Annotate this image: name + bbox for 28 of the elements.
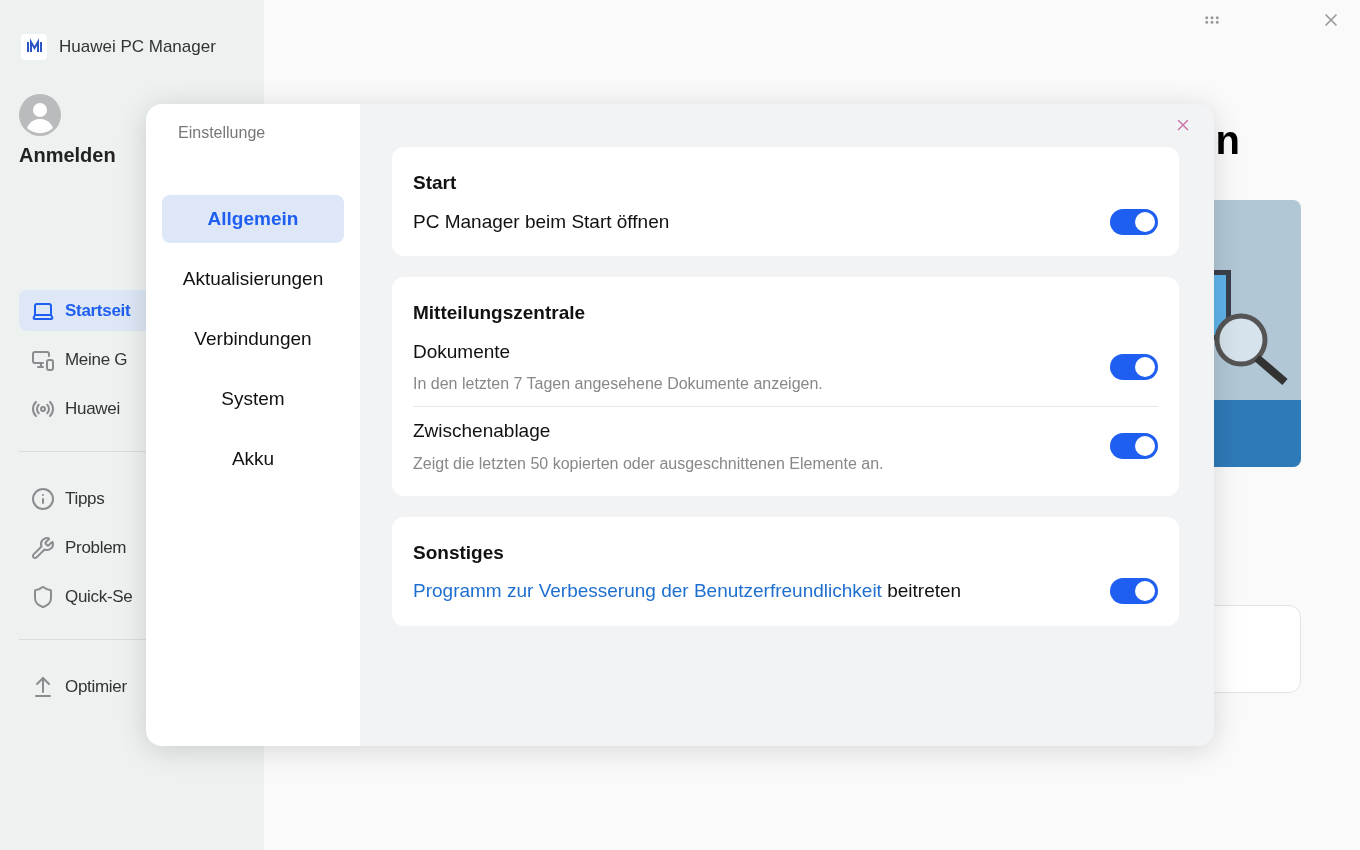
page-heading: n	[1215, 120, 1240, 160]
toggle-switch[interactable]	[1110, 353, 1158, 380]
nav-item[interactable]: Quick-Se	[19, 576, 245, 617]
logo-icon	[21, 34, 47, 60]
section-title: Sonstiges	[413, 540, 505, 565]
nav-item[interactable]: Problem	[19, 527, 245, 568]
section-title: Start	[413, 171, 458, 195]
toggle-switch[interactable]	[1110, 208, 1158, 235]
dialog-title: Einstellunge	[178, 123, 267, 143]
settings-tab[interactable]: Allgemein	[162, 195, 344, 243]
setting-label: Programm zur Verbesserung der Benutzerfreundlichkeit beitreten	[413, 579, 962, 603]
settings-tab[interactable]: System	[162, 375, 344, 423]
toggle-switch[interactable]	[1110, 578, 1158, 605]
wrench-icon	[31, 535, 55, 560]
app-title: Huawei PC Manager	[59, 36, 216, 59]
toggle-switch[interactable]	[1110, 433, 1158, 460]
setting-label: PC Manager beim Start öffnen	[413, 209, 670, 234]
setting-description: In den letzten 7 Tagen angesehene Dokumente anzeigen.	[413, 374, 823, 394]
nav-item[interactable]: Optimier	[19, 666, 245, 707]
section-title: Mitteilungszentrale	[413, 301, 587, 325]
setting-label: Zwischenablage	[413, 419, 552, 443]
info-icon	[31, 486, 55, 511]
program-link[interactable]: Programm zur Verbesserung der Benutzerfreundlichkeit	[413, 580, 882, 601]
sign-in-label[interactable]: Anmelden	[19, 140, 116, 170]
avatar-icon	[19, 94, 61, 136]
setting-description: Zeigt die letzten 50 kopierten oder ausgeschnittenen Elemente an.	[413, 453, 884, 474]
shield-icon	[31, 584, 55, 609]
setting-label: Dokumente	[413, 339, 512, 364]
